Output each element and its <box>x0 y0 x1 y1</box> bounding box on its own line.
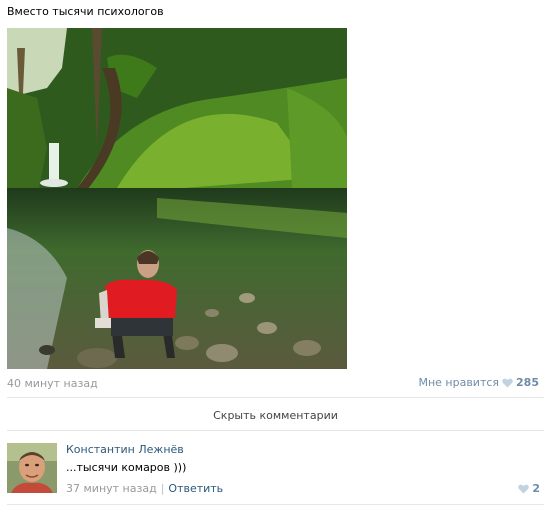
like-label: Мне нравится <box>418 376 500 389</box>
post-photo[interactable] <box>7 28 347 369</box>
comment-like-button[interactable]: 2 <box>518 482 540 495</box>
separator: | <box>160 482 165 495</box>
comment-text: ...тысячи комаров ))) <box>66 461 187 474</box>
comment-like-count: 2 <box>532 482 540 495</box>
reply-link[interactable]: Ответить <box>168 482 223 495</box>
hide-comments-link[interactable]: Скрыть комментарии <box>7 409 544 422</box>
heart-icon <box>502 378 513 388</box>
comment-meta: 37 минут назад | Ответить <box>66 482 223 495</box>
divider <box>7 504 544 505</box>
heart-icon <box>518 484 530 494</box>
comment-author[interactable]: Константин Лежнёв <box>66 443 184 456</box>
post-text: Вместо тысячи психологов <box>7 5 164 18</box>
like-count: 285 <box>516 376 539 389</box>
divider <box>7 397 544 398</box>
post-timestamp[interactable]: 40 минут назад <box>7 377 98 390</box>
comment-timestamp[interactable]: 37 минут назад <box>66 482 157 495</box>
post-like-button[interactable]: Мне нравится 285 <box>418 376 539 389</box>
divider <box>7 430 544 431</box>
comment: Константин Лежнёв ...тысячи комаров ))) … <box>7 440 544 500</box>
avatar[interactable] <box>7 443 57 493</box>
